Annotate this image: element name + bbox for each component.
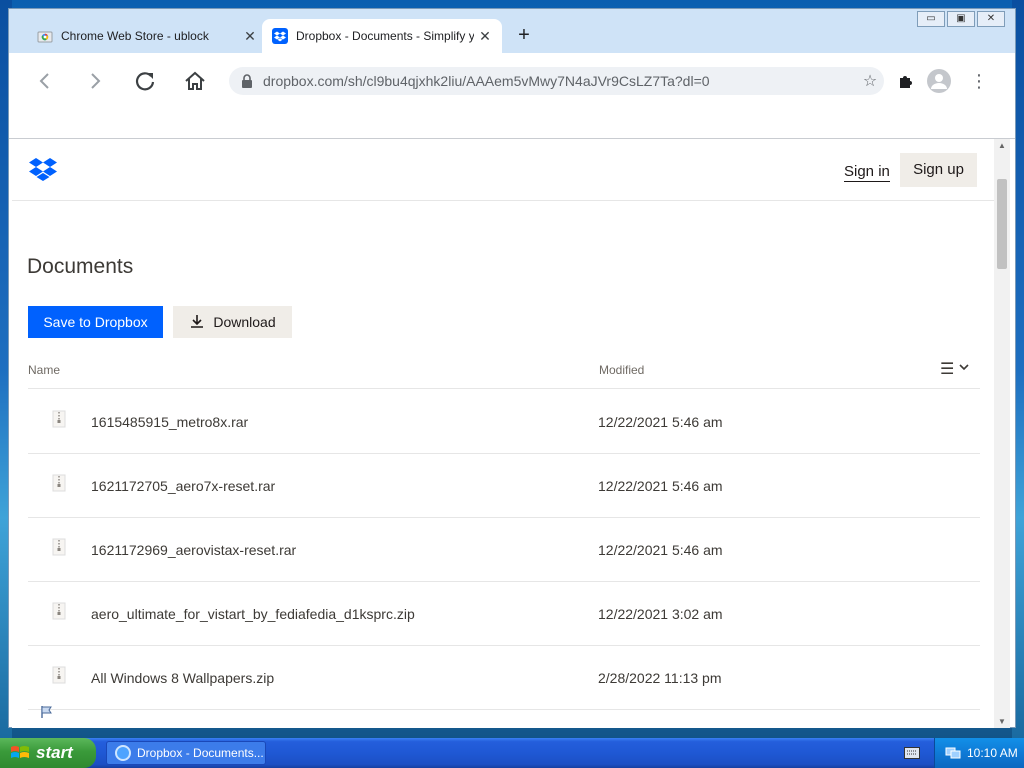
file-name[interactable]: 1615485915_metro8x.rar [91, 414, 248, 430]
taskbar: start Dropbox - Documents... 10:10 AM [0, 738, 1024, 768]
table-row[interactable]: aero_ultimate_for_vistart_by_fediafedia_… [28, 582, 980, 646]
chevron-down-icon [958, 359, 970, 380]
new-tab-button[interactable]: + [512, 23, 536, 47]
file-name[interactable]: All Windows 8 Wallpapers.zip [91, 670, 274, 686]
file-modified: 12/22/2021 5:46 am [598, 542, 723, 558]
bookmark-bar [9, 109, 1015, 139]
kebab-menu-icon[interactable]: ⋮ [969, 67, 989, 95]
tab-title: Chrome Web Store - ublock [61, 29, 209, 43]
lock-icon [241, 74, 253, 88]
zip-file-icon [52, 666, 66, 684]
arrow-left-icon[interactable] [31, 67, 59, 95]
table-row[interactable]: 1615485915_metro8x.rar 12/22/2021 5:46 a… [28, 390, 980, 454]
tab-dropbox[interactable]: Dropbox - Documents - Simplify your ✕ [262, 19, 502, 53]
start-button[interactable]: start [0, 738, 96, 768]
zip-file-icon [52, 538, 66, 556]
column-modified[interactable]: Modified [599, 363, 644, 377]
file-table-header: Name Modified ☰ [28, 359, 980, 389]
chrome-icon [115, 745, 131, 761]
table-row[interactable]: 1621172969_aerovistax-reset.rar 12/22/20… [28, 518, 980, 582]
dropbox-favicon-icon [272, 28, 288, 44]
view-options-button[interactable]: ☰ [940, 359, 970, 380]
taskbar-item-label: Dropbox - Documents... [137, 746, 264, 760]
taskbar-item-dropbox[interactable]: Dropbox - Documents... [106, 741, 266, 765]
sign-up-button[interactable]: Sign up [900, 153, 977, 187]
tab-chrome-web-store[interactable]: Chrome Web Store - ublock ✕ [27, 19, 267, 53]
page-scrollbar[interactable]: ▲ ▼ [994, 139, 1010, 728]
close-tab-icon[interactable]: ✕ [474, 28, 496, 45]
scroll-up-icon[interactable]: ▲ [998, 141, 1006, 150]
file-name[interactable]: 1621172705_aero7x-reset.rar [91, 478, 275, 494]
minimize-button[interactable]: ▭ [917, 11, 945, 27]
table-row[interactable]: 1621172705_aero7x-reset.rar 12/22/2021 5… [28, 454, 980, 518]
file-name[interactable]: aero_ultimate_for_vistart_by_fediafedia_… [91, 606, 415, 622]
page-title: Documents [27, 255, 134, 278]
profile-icon[interactable] [927, 69, 951, 93]
save-to-dropbox-button[interactable]: Save to Dropbox [28, 306, 163, 338]
arrow-right-icon[interactable] [81, 67, 109, 95]
network-icon[interactable] [945, 746, 961, 760]
maximize-button[interactable]: ▣ [947, 11, 975, 27]
file-modified: 12/22/2021 5:46 am [598, 414, 723, 430]
dropbox-header: Sign in Sign up [12, 139, 994, 201]
dropbox-logo-icon[interactable] [28, 157, 58, 183]
sign-in-link[interactable]: Sign in [844, 163, 890, 182]
clock[interactable]: 10:10 AM [967, 746, 1018, 760]
flag-icon[interactable] [40, 705, 54, 719]
download-label: Download [213, 314, 276, 330]
scroll-thumb[interactable] [997, 179, 1007, 269]
zip-file-icon [52, 410, 66, 428]
window-controls: ▭ ▣ ✕ [917, 11, 1005, 27]
tab-title: Dropbox - Documents - Simplify your [296, 29, 474, 43]
file-name[interactable]: 1621172969_aerovistax-reset.rar [91, 542, 296, 558]
table-row[interactable]: All Windows 8 Wallpapers.zip 2/28/2022 1… [28, 646, 980, 710]
start-label: start [36, 743, 73, 762]
reload-icon[interactable] [131, 67, 159, 95]
url-text: dropbox.com/sh/cl9bu4qjxhk2liu/AAAem5vMw… [263, 73, 710, 89]
scroll-down-icon[interactable]: ▼ [998, 717, 1006, 726]
close-tab-icon[interactable]: ✕ [239, 28, 261, 45]
address-bar[interactable]: dropbox.com/sh/cl9bu4qjxhk2liu/AAAem5vMw… [229, 67, 884, 95]
home-icon[interactable] [181, 67, 209, 95]
browser-toolbar: dropbox.com/sh/cl9bu4qjxhk2liu/AAAem5vMw… [9, 53, 1015, 109]
keyboard-icon[interactable] [904, 746, 920, 759]
windows-logo-icon [11, 746, 29, 758]
zip-file-icon [52, 474, 66, 492]
column-name[interactable]: Name [28, 363, 60, 377]
list-view-icon: ☰ [940, 361, 955, 378]
chrome-web-store-icon [37, 28, 53, 44]
tab-strip: Chrome Web Store - ublock ✕ Dropbox - Do… [9, 9, 1015, 53]
download-button[interactable]: Download [173, 306, 292, 338]
file-list: 1615485915_metro8x.rar 12/22/2021 5:46 a… [28, 390, 980, 710]
star-icon[interactable]: ☆ [856, 71, 884, 91]
dropbox-page: Sign in Sign up Documents Save to Dropbo… [12, 139, 994, 728]
puzzle-icon[interactable] [895, 69, 919, 93]
file-modified: 12/22/2021 5:46 am [598, 478, 723, 494]
download-icon [191, 315, 204, 328]
file-modified: 12/22/2021 3:02 am [598, 606, 723, 622]
system-tray: 10:10 AM [934, 738, 1024, 768]
zip-file-icon [52, 602, 66, 620]
close-window-button[interactable]: ✕ [977, 11, 1005, 27]
file-modified: 2/28/2022 11:13 pm [598, 670, 722, 686]
